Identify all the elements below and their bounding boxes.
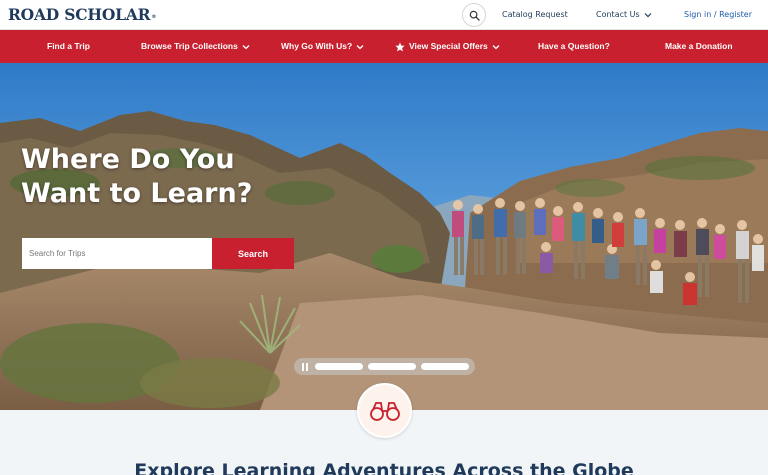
carousel-slide-indicator-3[interactable]	[421, 363, 469, 370]
contact-us-label: Contact Us	[596, 10, 640, 19]
sign-in-label: Sign in / Register	[684, 10, 753, 19]
carousel-controls	[294, 358, 475, 375]
chevron-down-icon	[356, 44, 364, 49]
chevron-down-icon	[242, 44, 250, 49]
chevron-down-icon	[492, 44, 500, 49]
top-utility-bar: ROAD SCHOLAR® Catalog Request Contact Us…	[0, 0, 768, 30]
hero-headline-line-1: Where Do You	[21, 144, 235, 175]
nav-why-go-with-us[interactable]: Why Go With Us?	[281, 30, 364, 63]
nav-label: View Special Offers	[409, 41, 488, 51]
trip-search-button[interactable]: Search	[212, 238, 294, 269]
nav-label: Make a Donation	[665, 41, 733, 51]
hero-banner: Where Do You Want to Learn? Search	[0, 63, 768, 410]
nav-label: Have a Question?	[538, 41, 610, 51]
sign-in-register-link[interactable]: Sign in / Register	[684, 0, 752, 30]
hero-headline: Where Do You Want to Learn?	[21, 143, 301, 211]
catalog-request-link[interactable]: Catalog Request	[502, 0, 568, 30]
nav-label: Browse Trip Collections	[141, 41, 238, 51]
nav-find-a-trip[interactable]: Find a Trip	[47, 30, 90, 63]
hero-headline-line-2: Want to Learn?	[21, 178, 253, 209]
nav-have-a-question[interactable]: Have a Question?	[538, 30, 610, 63]
nav-make-a-donation[interactable]: Make a Donation	[665, 30, 733, 63]
catalog-request-label: Catalog Request	[502, 10, 568, 19]
carousel-slide-indicator-2[interactable]	[368, 363, 416, 370]
binoculars-icon	[369, 401, 400, 421]
nav-view-special-offers[interactable]: View Special Offers	[395, 30, 500, 63]
nav-label: Find a Trip	[47, 41, 90, 51]
pause-icon[interactable]	[302, 362, 310, 371]
section-badge	[357, 383, 412, 438]
logo-registered-mark: ®	[151, 14, 157, 20]
nav-browse-trip-collections[interactable]: Browse Trip Collections	[141, 30, 250, 63]
chevron-down-icon	[644, 13, 652, 18]
nav-label: Why Go With Us?	[281, 41, 353, 51]
section-title: Explore Learning Adventures Across the G…	[134, 460, 634, 475]
trip-search-input[interactable]	[22, 238, 212, 269]
contact-us-dropdown[interactable]: Contact Us	[596, 0, 652, 30]
carousel-slide-indicator-1[interactable]	[315, 363, 363, 370]
road-scholar-logo[interactable]: ROAD SCHOLAR®	[8, 5, 156, 25]
search-icon	[469, 10, 480, 21]
header-search-button[interactable]	[462, 3, 486, 27]
logo-text: ROAD SCHOLAR	[8, 5, 151, 24]
star-icon	[395, 42, 405, 51]
main-navigation: Find a Trip Browse Trip Collections Why …	[0, 30, 768, 63]
